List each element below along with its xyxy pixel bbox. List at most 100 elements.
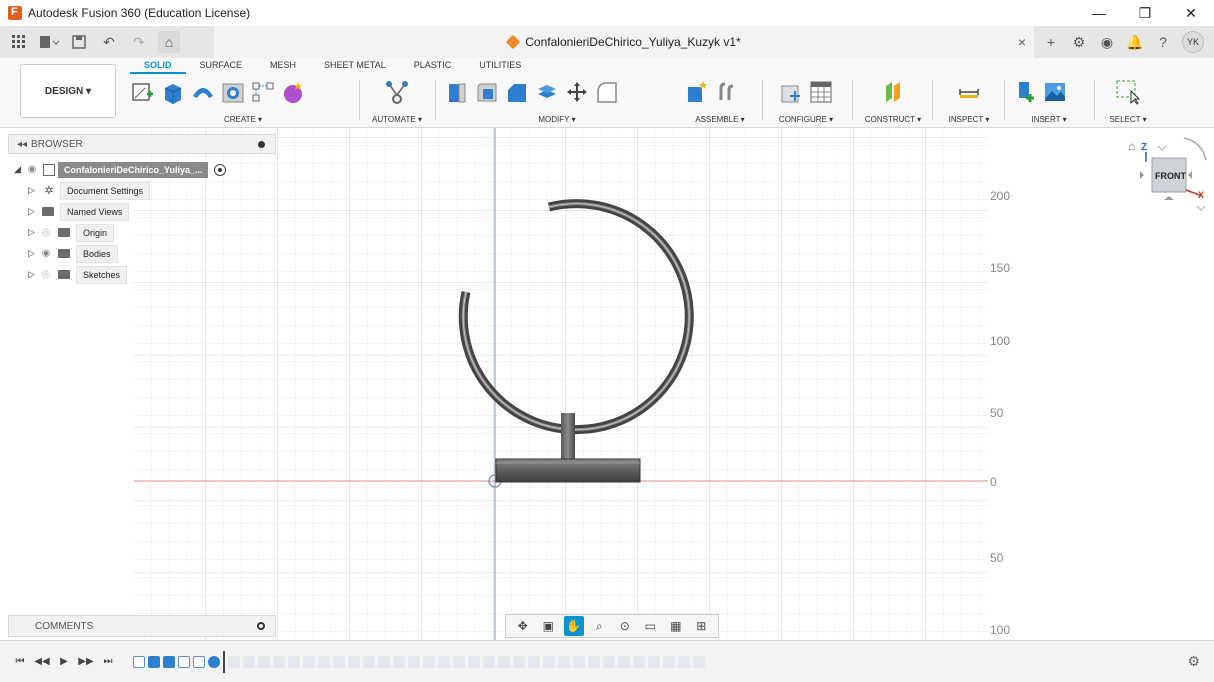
timeline-feature-icon[interactable] — [243, 655, 255, 668]
close-tab-icon[interactable]: × — [1018, 34, 1026, 50]
timeline-feature-icon[interactable] — [603, 655, 615, 668]
new-tab-icon[interactable]: + — [1042, 33, 1060, 51]
hidden-eye-icon[interactable]: ◎ — [38, 227, 54, 238]
insert-canvas-icon[interactable] — [1042, 79, 1068, 105]
timeline-feature-icon[interactable] — [333, 655, 345, 668]
new-component-icon[interactable] — [684, 79, 710, 105]
rotate-right-icon[interactable] — [1188, 171, 1192, 179]
view-cube[interactable]: ⌂ Z FRONT X — [1126, 136, 1210, 216]
timeline-settings-gear-icon[interactable]: ⚙ — [1187, 653, 1200, 670]
timeline-feature-icon[interactable] — [483, 655, 495, 668]
timeline-feature-icon[interactable] — [693, 655, 705, 668]
automate-icon[interactable] — [384, 79, 410, 105]
play-icon[interactable]: ▶ — [56, 654, 72, 670]
automate-label[interactable]: AUTOMATE ▾ — [362, 115, 432, 124]
press-pull-icon[interactable] — [444, 79, 470, 105]
browser-item-document-settings[interactable]: ▷ ✲ Document Settings — [28, 180, 274, 201]
extensions-icon[interactable]: ⚙ — [1070, 33, 1088, 51]
timeline-feature-icon[interactable] — [528, 655, 540, 668]
file-menu-icon[interactable] — [38, 31, 60, 53]
timeline-feature-icon[interactable] — [648, 655, 660, 668]
browser-item-origin[interactable]: ▷ ◎ Origin — [28, 222, 274, 243]
add-comment-icon[interactable] — [257, 622, 265, 630]
configure-label[interactable]: CONFIGURE ▾ — [768, 115, 844, 124]
chamfer-icon[interactable] — [504, 79, 530, 105]
extrude-icon[interactable] — [160, 79, 186, 105]
visibility-eye-icon[interactable]: ◉ — [24, 164, 40, 175]
timeline-feature-icon[interactable] — [348, 655, 360, 668]
browser-item-bodies[interactable]: ▷ ◉ Bodies — [28, 243, 274, 264]
timeline-extrude-icon[interactable] — [163, 655, 175, 668]
rotate-up-icon[interactable] — [1164, 196, 1174, 200]
browser-item-named-views[interactable]: ▷ Named Views — [28, 201, 274, 222]
timeline-feature-icon[interactable] — [273, 655, 285, 668]
close-button[interactable]: ✕ — [1168, 0, 1214, 26]
timeline-sketch-icon[interactable] — [193, 655, 205, 668]
timeline-feature-icon[interactable] — [573, 655, 585, 668]
timeline-sketch-icon[interactable] — [133, 655, 145, 668]
parameters-icon[interactable] — [778, 79, 804, 105]
timeline-feature-icon[interactable] — [393, 655, 405, 668]
go-to-start-icon[interactable]: ⏮ — [12, 654, 28, 670]
undo-icon[interactable]: ↶ — [98, 31, 120, 53]
root-component-label[interactable]: ConfalonieriDeChirico_Yuliya_... — [58, 161, 208, 178]
orbit-icon[interactable]: ✥ — [513, 616, 533, 636]
create-form-icon[interactable] — [280, 79, 306, 105]
select-label[interactable]: SELECT ▾ — [1098, 115, 1158, 124]
move-copy-icon[interactable] — [564, 79, 590, 105]
workspace-switcher[interactable]: DESIGN ▾ — [20, 64, 116, 118]
timeline-feature-icon[interactable] — [228, 655, 240, 668]
joint-icon[interactable] — [714, 79, 740, 105]
tab-plastic[interactable]: PLASTIC — [400, 58, 466, 74]
timeline-feature-icon[interactable] — [663, 655, 675, 668]
measure-icon[interactable] — [956, 79, 982, 105]
pattern-icon[interactable] — [250, 79, 276, 105]
timeline-sketch-icon[interactable] — [178, 655, 190, 668]
save-icon[interactable] — [68, 31, 90, 53]
draft-icon[interactable] — [594, 79, 620, 105]
assemble-label[interactable]: ASSEMBLE ▾ — [684, 115, 756, 124]
grid-settings-icon[interactable]: ▦ — [666, 616, 686, 636]
timeline-feature-icon[interactable] — [318, 655, 330, 668]
timeline-feature-icon[interactable] — [363, 655, 375, 668]
insert-derive-icon[interactable] — [1012, 79, 1038, 105]
timeline-feature-icon[interactable] — [468, 655, 480, 668]
timeline-feature-icon[interactable] — [498, 655, 510, 668]
timeline-feature-icon[interactable] — [588, 655, 600, 668]
timeline-feature-icon[interactable] — [618, 655, 630, 668]
expand-triangle-icon[interactable]: ▷ — [28, 227, 38, 238]
create-sketch-icon[interactable] — [130, 79, 156, 105]
timeline-feature-icon[interactable] — [408, 655, 420, 668]
document-tab[interactable]: ConfalonieriDeChirico_Yuliya_Kuzyk v1* × — [214, 26, 1034, 58]
orbit-arrow-icon[interactable] — [1183, 137, 1207, 161]
browser-pin-icon[interactable] — [258, 140, 265, 148]
step-forward-icon[interactable]: ▶▶ — [78, 654, 94, 670]
timeline-revolve-icon[interactable] — [208, 655, 220, 668]
create-label[interactable]: CREATE ▾ — [130, 115, 356, 124]
offset-plane-icon[interactable] — [880, 79, 906, 105]
timeline-feature-icon[interactable] — [288, 655, 300, 668]
timeline-feature-icon[interactable] — [303, 655, 315, 668]
inspect-label[interactable]: INSPECT ▾ — [936, 115, 1002, 124]
rotate-left-icon[interactable] — [1140, 171, 1144, 179]
hole-icon[interactable] — [220, 79, 246, 105]
expand-triangle-icon[interactable]: ▷ — [28, 206, 38, 217]
timeline-feature-icon[interactable] — [558, 655, 570, 668]
activate-radio-icon[interactable] — [214, 163, 226, 176]
browser-item-sketches[interactable]: ▷ ◎ Sketches — [28, 264, 274, 285]
fillet-icon[interactable] — [474, 79, 500, 105]
display-settings-icon[interactable]: ▭ — [640, 616, 660, 636]
minimize-button[interactable]: — — [1076, 0, 1122, 26]
tab-sheet-metal[interactable]: SHEET METAL — [310, 58, 400, 74]
timeline-feature-icon[interactable] — [423, 655, 435, 668]
tab-solid[interactable]: SOLID — [130, 58, 186, 74]
home-icon[interactable]: ⌂ — [158, 31, 180, 53]
window-select-icon[interactable] — [1115, 79, 1141, 105]
timeline-extrude-icon[interactable] — [148, 655, 160, 668]
viewports-icon[interactable]: ⊞ — [691, 616, 711, 636]
construct-label[interactable]: CONSTRUCT ▾ — [856, 115, 930, 124]
timeline-feature-icon[interactable] — [258, 655, 270, 668]
help-icon[interactable]: ? — [1154, 33, 1172, 51]
browser-panel-header[interactable]: ◂◂ BROWSER — [8, 134, 276, 154]
timeline-marker[interactable] — [223, 650, 225, 673]
